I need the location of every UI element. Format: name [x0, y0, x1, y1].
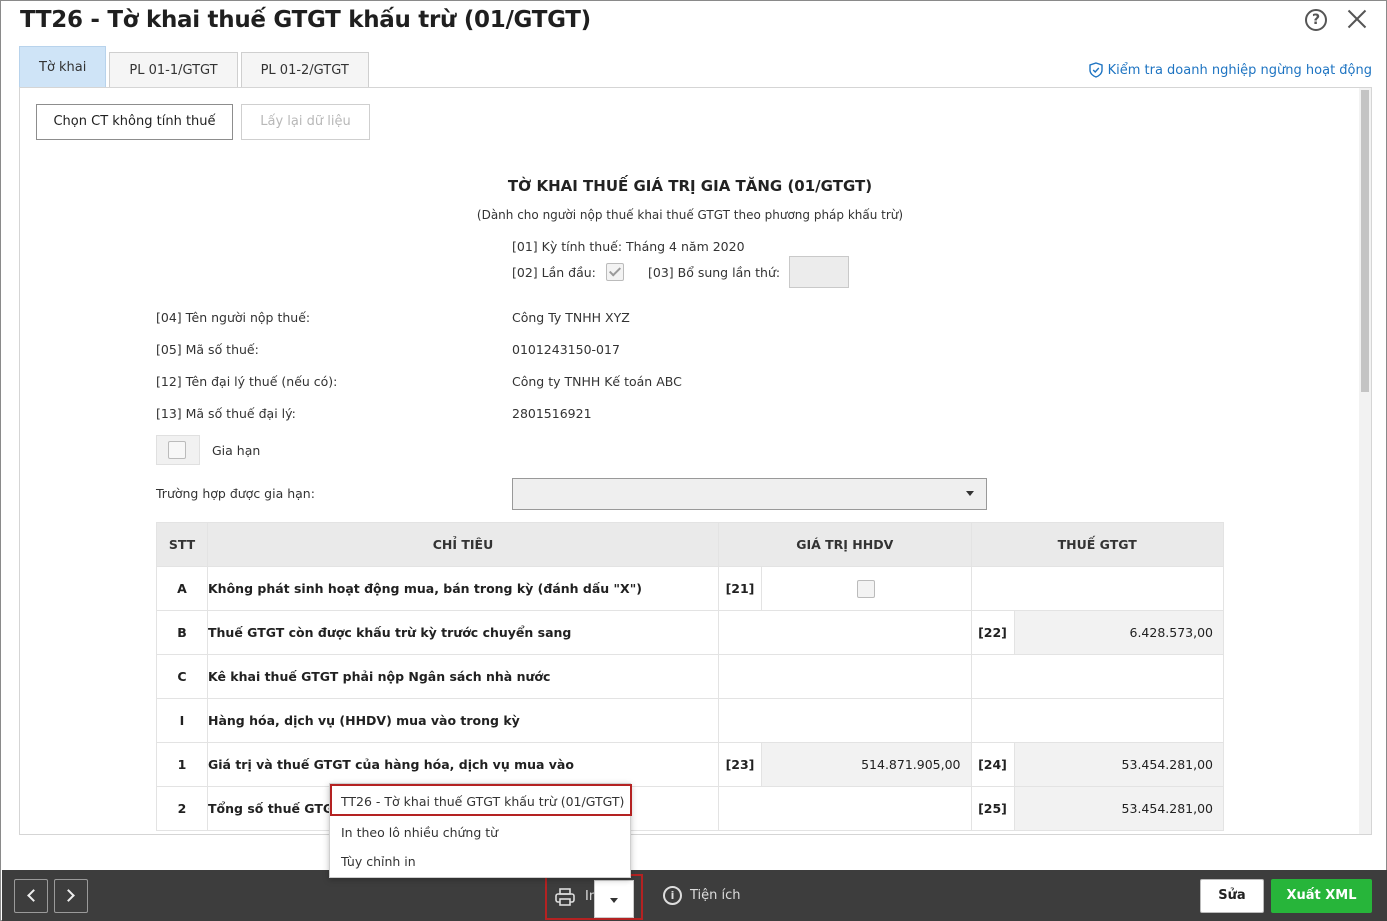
row-label: Hàng hóa, dịch vụ (HHDV) mua vào trong k…: [207, 698, 719, 743]
edit-button[interactable]: Sửa: [1200, 879, 1264, 913]
print-button-group: In: [545, 874, 643, 920]
first-time-checkbox[interactable]: [606, 263, 624, 281]
printer-icon[interactable]: [555, 888, 575, 906]
empty-cell: [718, 698, 972, 743]
print-menu: TT26 - Tờ khai thuế GTGT khấu trừ (01/GT…: [329, 783, 632, 878]
check-business-label: Kiểm tra doanh nghiệp ngừng hoạt động: [1107, 62, 1372, 78]
utility-label: Tiện ích: [690, 888, 741, 903]
shield-check-icon: [1088, 62, 1103, 78]
table-row: I Hàng hóa, dịch vụ (HHDV) mua vào trong…: [156, 698, 1224, 743]
row-stt: I: [156, 698, 208, 743]
row-stt: A: [156, 566, 208, 611]
tab-bar: Tờ khai PL 01-1/GTGT PL 01-2/GTGT: [19, 46, 372, 88]
tax-code-label: [05] Mã số thuế:: [156, 342, 259, 357]
row-code: [24]: [970, 742, 1015, 787]
scroll-thumb[interactable]: [1361, 90, 1369, 392]
extension-case-label: Trường hợp được gia hạn:: [156, 486, 315, 501]
export-xml-button[interactable]: Xuất XML: [1271, 879, 1372, 913]
footer-toolbar: In Tiện ích Sửa Xuất XML: [2, 870, 1387, 921]
header-thue: THUẾ GTGT: [970, 522, 1224, 567]
header-chi-tieu: CHỈ TIÊU: [207, 522, 719, 567]
utility-button[interactable]: Tiện ích: [663, 886, 741, 905]
dialog-title: TT26 - Tờ khai thuế GTGT khấu trừ (01/GT…: [20, 7, 591, 33]
help-icon[interactable]: ?: [1305, 9, 1327, 31]
choose-no-tax-button[interactable]: Chọn CT không tính thuế: [36, 104, 233, 140]
row-value[interactable]: 53.454.281,00: [1013, 786, 1224, 831]
row-stt: 1: [156, 742, 208, 787]
extension-case-select[interactable]: [512, 478, 987, 510]
no-activity-checkbox[interactable]: [857, 579, 876, 598]
row-code: [21]: [718, 566, 762, 611]
supplement-input[interactable]: [789, 256, 849, 288]
table-row: C Kê khai thuế GTGT phải nộp Ngân sách n…: [156, 654, 1224, 699]
menu-item-custom-print[interactable]: Tùy chỉnh in: [341, 854, 416, 869]
next-button[interactable]: [54, 879, 88, 913]
row-label: Thuế GTGT còn được khấu trừ kỳ trước chu…: [207, 610, 719, 655]
prev-button[interactable]: [14, 879, 48, 913]
table-row: 2 Tổng số thuế GTGT [25] 53.454.281,00: [156, 786, 1224, 831]
tax-period: [01] Kỳ tính thuế: Tháng 4 năm 2020: [512, 239, 745, 254]
agent-name-value: Công ty TNHH Kế toán ABC: [512, 374, 682, 389]
table-row: 1 Giá trị và thuế GTGT của hàng hóa, dịc…: [156, 742, 1224, 787]
row-code: [22]: [970, 610, 1015, 655]
row-stt: B: [156, 610, 208, 655]
row-stt: 2: [156, 786, 208, 831]
row-label: Giá trị và thuế GTGT của hàng hóa, dịch …: [207, 742, 719, 787]
agent-tax-code-label: [13] Mã số thuế đại lý:: [156, 406, 296, 421]
row-stt: C: [156, 654, 208, 699]
table-row: A Không phát sinh hoạt động mua, bán tro…: [156, 566, 1224, 611]
no-activity-cell: [761, 566, 972, 611]
agent-tax-code-value: 2801516921: [512, 406, 592, 421]
empty-cell: [718, 610, 972, 655]
info-icon: [663, 886, 682, 905]
close-icon[interactable]: [1345, 7, 1369, 31]
header-gia-tri: GIÁ TRỊ HHDV: [718, 522, 972, 567]
taxpayer-name-value: Công Ty TNHH XYZ: [512, 310, 630, 325]
menu-item-print-form[interactable]: TT26 - Tờ khai thuế GTGT khấu trừ (01/GT…: [341, 794, 624, 809]
dropdown-caret-icon: [966, 491, 974, 496]
tax-table: STT CHỈ TIÊU GIÁ TRỊ HHDV THUẾ GTGT A Kh…: [156, 522, 1224, 831]
chevron-left-icon: [27, 889, 40, 902]
row-value[interactable]: 6.428.573,00: [1013, 610, 1224, 655]
empty-cell: [718, 654, 972, 699]
row-label: Không phát sinh hoạt động mua, bán trong…: [207, 566, 719, 611]
check-icon: [608, 264, 622, 277]
table-header-row: STT CHỈ TIÊU GIÁ TRỊ HHDV THUẾ GTGT: [156, 522, 1224, 567]
menu-item-batch-print[interactable]: In theo lô nhiều chứng từ: [341, 825, 498, 840]
first-time-label: [02] Lần đầu:: [512, 265, 596, 280]
tab-pl-01-1[interactable]: PL 01-1/GTGT: [109, 52, 238, 88]
row-label: Kê khai thuế GTGT phải nộp Ngân sách nhà…: [207, 654, 719, 699]
caret-down-icon: [610, 898, 618, 903]
row-code: [25]: [970, 786, 1015, 831]
row-code: [23]: [718, 742, 762, 787]
form-content: Chọn CT không tính thuế Lấy lại dữ liệu …: [19, 87, 1372, 835]
table-row: B Thuế GTGT còn được khấu trừ kỳ trước c…: [156, 610, 1224, 655]
form-title: TỜ KHAI THUẾ GIÁ TRỊ GIA TĂNG (01/GTGT): [507, 177, 873, 195]
empty-cell: [718, 786, 972, 831]
header-stt: STT: [156, 522, 208, 567]
row-value[interactable]: 514.871.905,00: [761, 742, 972, 787]
empty-cell: [970, 698, 1224, 743]
extension-checkbox[interactable]: [168, 441, 186, 459]
agent-name-label: [12] Tên đại lý thuế (nếu có):: [156, 374, 338, 389]
tab-to-khai[interactable]: Tờ khai: [19, 46, 107, 88]
reload-data-button[interactable]: Lấy lại dữ liệu: [241, 104, 370, 140]
vertical-scrollbar[interactable]: [1359, 88, 1371, 834]
supplement-label: [03] Bổ sung lần thứ:: [648, 265, 781, 280]
form-subtitle: (Dành cho người nộp thuế khai thuế GTGT …: [476, 208, 904, 222]
dialog-window: TT26 - Tờ khai thuế GTGT khấu trừ (01/GT…: [0, 0, 1387, 921]
empty-cell: [970, 654, 1224, 699]
tab-pl-01-2[interactable]: PL 01-2/GTGT: [240, 52, 369, 88]
taxpayer-name-label: [04] Tên người nộp thuế:: [156, 310, 311, 325]
chevron-right-icon: [62, 889, 75, 902]
extension-checkbox-wrap[interactable]: [156, 435, 200, 465]
empty-cell: [970, 566, 1224, 611]
row-value[interactable]: 53.454.281,00: [1013, 742, 1224, 787]
extension-label: Gia hạn: [212, 443, 261, 458]
check-business-link[interactable]: Kiểm tra doanh nghiệp ngừng hoạt động: [1088, 62, 1372, 78]
tax-code-value: 0101243150-017: [512, 342, 620, 357]
print-dropdown-button[interactable]: [594, 880, 634, 918]
